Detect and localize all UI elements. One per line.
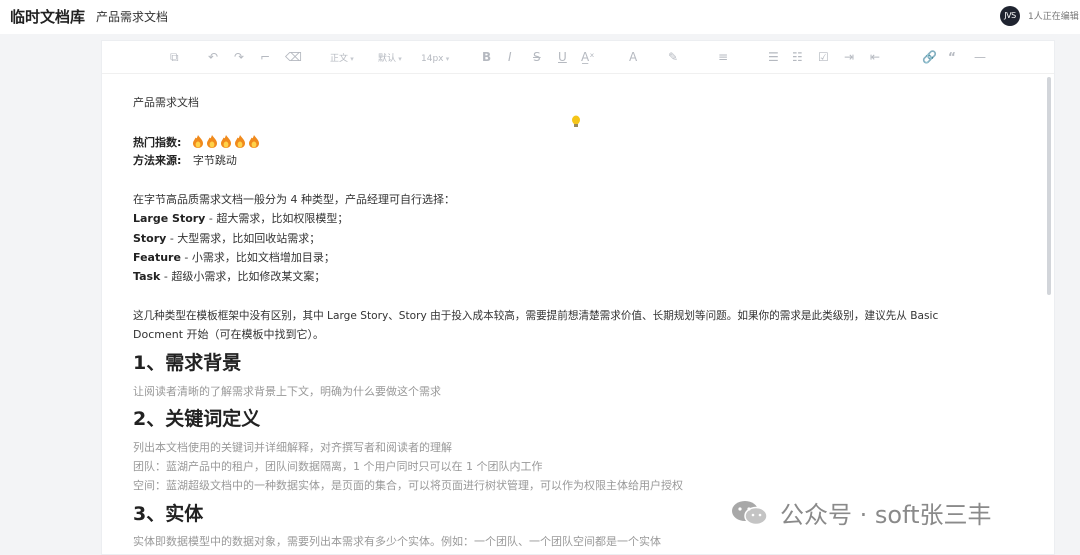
source-value: 字节跳动 bbox=[192, 154, 237, 167]
wechat-logo-icon bbox=[732, 500, 768, 525]
source-row: 方法来源: 字节跳动 bbox=[133, 154, 237, 168]
quote-icon[interactable]: “ bbox=[948, 50, 956, 64]
link-icon[interactable]: 🔗 bbox=[922, 50, 937, 64]
paragraph-line-1: 这几种类型在模板框架中没有区别，其中 Large Story、Story 由于投… bbox=[133, 310, 939, 322]
keywords-desc: 列出本文档使用的关键词并详细解释，对齐撰写者和阅读者的理解 bbox=[133, 441, 452, 454]
strikethrough-icon[interactable]: S bbox=[533, 50, 541, 64]
document-title[interactable]: 产品需求文档 bbox=[96, 8, 168, 25]
hot-index-label: 热门指数: bbox=[133, 136, 182, 149]
type-name: Feature bbox=[133, 251, 181, 264]
editor-card: ⧉ ↶ ↷ ⌐ ⌫ 正文 默认 14px B I S U A̲ˣ A ✎ ≡ ☰… bbox=[101, 40, 1055, 555]
keyword-space: 空间：蓝湖超级文档中的一种数据实体，是页面的集合，可以将页面进行树状管理，可以作… bbox=[133, 479, 683, 492]
intro-text: 在字节高品质需求文档一般分为 4 种类型，产品经理可自行选择： bbox=[133, 193, 455, 206]
divider-icon[interactable]: — bbox=[974, 50, 986, 64]
hot-index-flames bbox=[192, 135, 263, 149]
keyword-team: 团队：蓝湖产品中的租户，团队间数据隔离，1 个用户同时只可以在 1 个团队内工作 bbox=[133, 460, 543, 473]
redo-icon[interactable]: ↷ bbox=[234, 50, 244, 64]
format-painter-clear-icon[interactable]: ⧉ bbox=[170, 50, 179, 64]
type-desc: - 大型需求，比如回收站需求； bbox=[166, 232, 321, 245]
avatar[interactable]: JVS bbox=[1000, 6, 1020, 26]
undo-icon[interactable]: ↶ bbox=[208, 50, 218, 64]
font-family-select[interactable]: 默认 bbox=[378, 52, 402, 66]
paragraph-line-2: Docment 开始（可在模板中找到它）。 bbox=[133, 328, 325, 341]
type-item-feature: Feature - 小需求，比如文档增加目录； bbox=[133, 251, 335, 265]
type-name: Story bbox=[133, 232, 167, 245]
section-heading-entity: 3、实体 bbox=[133, 503, 204, 525]
editor-toolbar: ⧉ ↶ ↷ ⌐ ⌫ 正文 默认 14px B I S U A̲ˣ A ✎ ≡ ☰… bbox=[102, 41, 1054, 74]
section-desc-background: 让阅读者清晰的了解需求背景上下文，明确为什么要做这个需求 bbox=[133, 385, 441, 398]
type-name: Large Story bbox=[133, 212, 206, 225]
underline-icon[interactable]: U bbox=[558, 50, 567, 64]
highlight-icon[interactable]: ✎ bbox=[668, 50, 678, 64]
bold-icon[interactable]: B bbox=[482, 50, 491, 64]
top-bar: 临时文档库 产品需求文档 JVS 1人正在编辑 bbox=[0, 0, 1080, 34]
type-item-story: Story - 大型需求，比如回收站需求； bbox=[133, 232, 320, 246]
type-desc: - 超级小需求，比如修改某文案； bbox=[160, 270, 326, 283]
type-name: Task bbox=[133, 270, 161, 283]
type-desc: - 小需求，比如文档增加目录； bbox=[180, 251, 335, 264]
watermark-text: 公众号 · soft张三丰 bbox=[780, 501, 992, 529]
source-label: 方法来源: bbox=[133, 154, 182, 167]
paragraph-style-select[interactable]: 正文 bbox=[330, 52, 354, 66]
clear-format-icon[interactable]: ⌫ bbox=[285, 50, 302, 64]
outdent-icon[interactable]: ⇤ bbox=[870, 50, 880, 64]
flame-icon bbox=[220, 135, 231, 148]
scrollbar[interactable] bbox=[1047, 77, 1051, 295]
editing-status: 1人正在编辑 bbox=[1028, 12, 1079, 22]
flame-icon bbox=[206, 135, 217, 148]
doc-heading: 产品需求文档 bbox=[133, 96, 199, 109]
font-size-select[interactable]: 14px bbox=[421, 52, 449, 66]
lightbulb-icon bbox=[572, 115, 580, 127]
type-item-large-story: Large Story - 超大需求，比如权限模型； bbox=[133, 212, 348, 226]
flame-icon bbox=[234, 135, 245, 148]
align-icon[interactable]: ≡ bbox=[718, 50, 728, 64]
flame-icon bbox=[248, 135, 259, 148]
superscript-icon[interactable]: A̲ˣ bbox=[581, 50, 595, 64]
section-heading-keywords: 2、关键词定义 bbox=[133, 408, 261, 430]
font-color-icon[interactable]: A bbox=[629, 50, 637, 64]
flame-icon bbox=[192, 135, 203, 148]
type-item-task: Task - 超级小需求，比如修改某文案； bbox=[133, 270, 325, 284]
type-desc: - 超大需求，比如权限模型； bbox=[205, 212, 349, 225]
format-brush-icon[interactable]: ⌐ bbox=[260, 50, 270, 64]
checklist-icon[interactable]: ☑ bbox=[818, 50, 829, 64]
app-title[interactable]: 临时文档库 bbox=[10, 6, 85, 27]
hot-index-row: 热门指数: bbox=[133, 135, 263, 150]
entity-desc: 实体即数据模型中的数据对象，需要列出本需求有多少个实体。例如：一个团队、一个团队… bbox=[133, 535, 661, 548]
indent-icon[interactable]: ⇥ bbox=[844, 50, 854, 64]
section-heading-background: 1、需求背景 bbox=[133, 352, 242, 374]
watermark: 公众号 · soft张三丰 bbox=[730, 495, 992, 530]
italic-icon[interactable]: I bbox=[508, 50, 512, 64]
ordered-list-icon[interactable]: ☰ bbox=[768, 50, 779, 64]
bullet-list-icon[interactable]: ☷ bbox=[792, 50, 803, 64]
